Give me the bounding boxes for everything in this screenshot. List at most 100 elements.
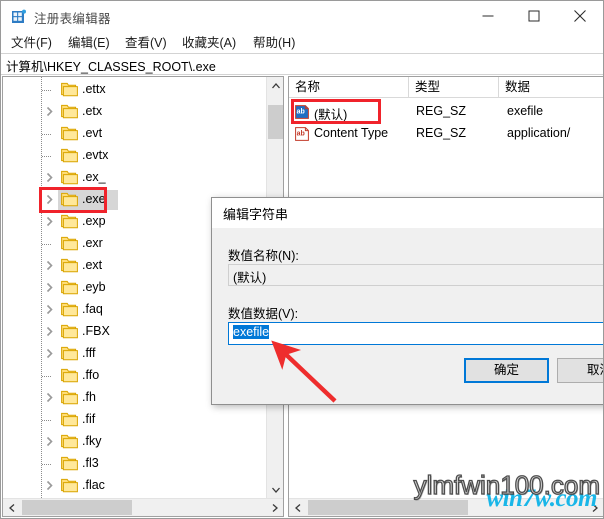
value-type: REG_SZ [416,126,467,140]
tree-item-label: .fky [82,434,102,448]
chevron-right-icon[interactable] [43,347,56,360]
maximize-icon[interactable] [511,1,557,31]
value-data-label: 数值数据(V): [228,307,299,321]
highlight-box-default-value [291,99,381,124]
chevron-right-icon[interactable] [43,215,56,228]
tree-item-label: .eyb [82,280,106,294]
tree-item-label: .flac [82,478,105,492]
tree-scroll-thumb[interactable] [268,105,283,139]
tree-connector [42,134,51,135]
tree-item-evt[interactable]: .evt [3,123,263,145]
minimize-icon[interactable] [465,1,511,31]
dialog-title-bar: 编辑字符串 [212,198,603,228]
tree-connector [42,156,51,157]
chevron-right-icon[interactable] [43,303,56,316]
tree-connector [42,464,51,465]
chevron-right-icon[interactable] [43,325,56,338]
chevron-right-icon[interactable] [43,435,56,448]
tree-item-label: .evtx [82,148,109,162]
folder-icon [61,456,78,471]
tree-item-etx[interactable]: .etx [3,101,263,123]
address-path: 计算机\HKEY_CLASSES_ROOT\.exe [6,60,216,74]
tree-item-label: .ex_ [82,170,106,184]
folder-icon [61,258,78,273]
cancel-button[interactable]: 取消 [557,358,603,383]
tree-item-flac[interactable]: .flac [3,475,263,497]
value-data: application/ [507,126,571,140]
window-title: 注册表编辑器 [34,12,111,26]
menu-help[interactable]: 帮助(H) [249,34,299,52]
chevron-right-icon[interactable] [43,105,56,118]
folder-icon [61,170,78,185]
value-type: REG_SZ [416,104,467,118]
folder-icon [61,324,78,339]
value-data: exefile [507,104,544,118]
value-name-field: (默认) [228,264,603,286]
folder-icon [61,412,78,427]
tree-item-label: .fl3 [82,456,99,470]
close-icon[interactable] [557,1,603,31]
scroll-down-icon[interactable] [267,481,283,498]
highlight-box-exe [39,187,107,213]
tree-item-label: .etx [82,104,103,118]
value-name-label: 数值名称(N): [228,249,299,263]
tree-item-label: .faq [82,302,103,316]
folder-icon [61,280,78,295]
chevron-right-icon[interactable] [43,259,56,272]
ok-button[interactable]: 确定 [464,358,549,383]
scroll-up-icon[interactable] [267,77,283,94]
registry-editor-window: 注册表编辑器 文件(F) 编辑(E) 查看(V) 收藏夹(A) 帮助(H) 计算… [0,0,604,519]
folder-icon [61,434,78,449]
tree-item-fif[interactable]: .fif [3,409,263,431]
folder-icon [61,214,78,229]
menu-view[interactable]: 查看(V) [121,34,171,52]
value-data-text: exefile [233,325,270,339]
tree-connector [42,376,51,377]
column-header-name[interactable]: 名称 [289,77,409,97]
tree-item-label: .ffo [82,368,100,382]
folder-icon [61,126,78,141]
table-row[interactable]: ab Content Type REG_SZ application/ [289,123,603,145]
address-bar[interactable]: 计算机\HKEY_CLASSES_ROOT\.exe [1,53,603,75]
chevron-right-icon[interactable] [43,391,56,404]
dialog-title: 编辑字符串 [223,207,289,222]
tree-connector [42,90,51,91]
menu-favorites[interactable]: 收藏夹(A) [178,34,240,52]
tree-connector [42,420,51,421]
tree-horizontal-scrollbar[interactable] [3,498,283,516]
tree-item-fl3[interactable]: .fl3 [3,453,263,475]
tree-item-ex_[interactable]: .ex_ [3,167,263,189]
menu-edit[interactable]: 编辑(E) [64,34,114,52]
chevron-right-icon[interactable] [43,281,56,294]
tree-item-label: .fff [82,346,96,360]
tree-item-label: .ext [82,258,103,272]
watermark-primary: ylmfwin100.com [413,469,601,500]
tree-hscroll-thumb[interactable] [22,500,132,515]
chevron-right-icon[interactable] [43,479,56,492]
menu-file[interactable]: 文件(F) [7,34,56,52]
folder-icon [61,346,78,361]
column-header-data[interactable]: 数据 [499,77,603,97]
list-hscroll-thumb[interactable] [308,500,468,515]
tree-item-label: .exp [82,214,106,228]
list-scroll-left-icon[interactable] [289,499,306,516]
tree-item-fky[interactable]: .fky [3,431,263,453]
value-name: Content Type [314,126,389,140]
tree-item-ettx[interactable]: .ettx [3,79,263,101]
folder-icon [61,390,78,405]
tree-item-label: .fif [82,412,96,426]
column-header-type[interactable]: 类型 [409,77,499,97]
folder-icon [61,148,78,163]
folder-icon [61,236,78,251]
red-arrow-annotation [271,340,337,403]
folder-icon [61,82,78,97]
list-header: 名称 类型 数据 [289,77,603,98]
scroll-right-icon[interactable] [266,499,283,516]
value-name-text: (默认) [233,271,267,285]
chevron-right-icon[interactable] [43,171,56,184]
tree-item-label: .fh [82,390,96,404]
folder-icon [61,368,78,383]
registry-editor-icon [11,9,27,25]
scroll-left-icon[interactable] [3,499,20,516]
tree-item-evtx[interactable]: .evtx [3,145,263,167]
